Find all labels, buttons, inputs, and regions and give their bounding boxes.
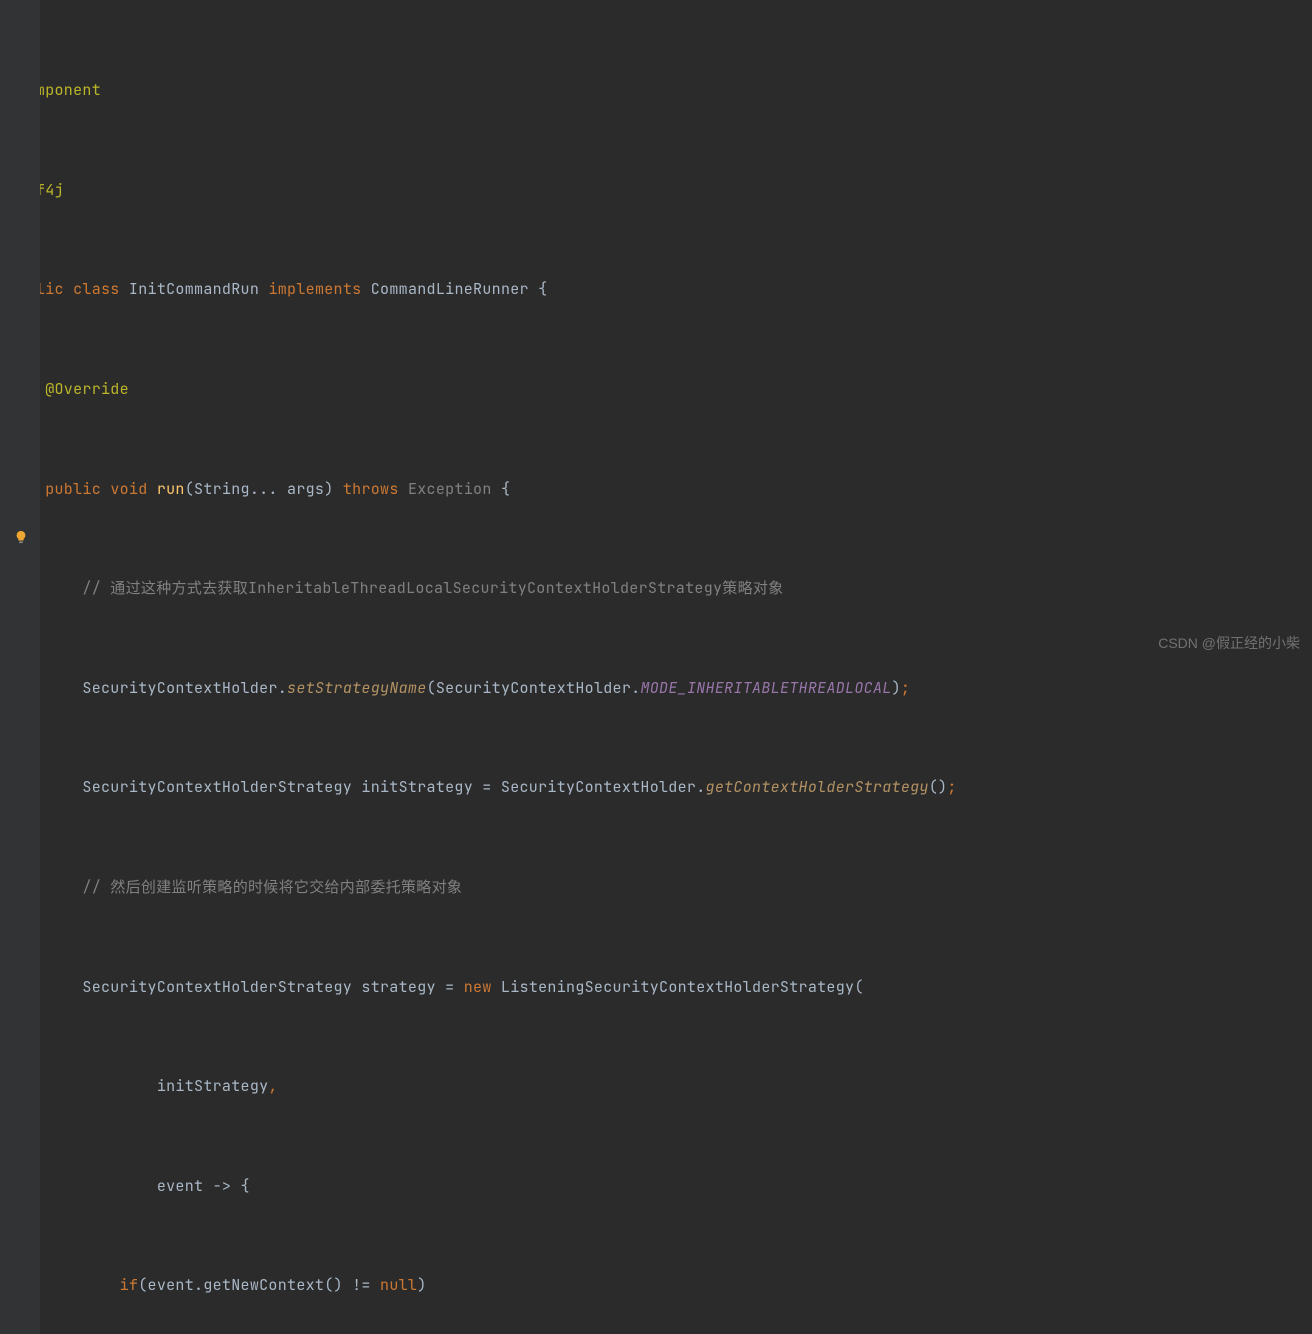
code-line: @Slf4j xyxy=(0,174,1312,208)
code-line: if(event.getNewContext() != null) xyxy=(0,1269,1312,1303)
code-line: SecurityContextHolderStrategy initStrate… xyxy=(0,771,1312,805)
code-line: event -> { xyxy=(0,1170,1312,1204)
code-editor[interactable]: @Component @Slf4j public class InitComma… xyxy=(0,0,1312,1334)
code-line: // 通过这种方式去获取InheritableThreadLocalSecuri… xyxy=(0,572,1312,606)
annotation: @Override xyxy=(45,373,129,406)
static-method: getContextHolderStrategy xyxy=(706,771,929,804)
code-line: @Component xyxy=(0,74,1312,108)
code-area[interactable]: @Component @Slf4j public class InitComma… xyxy=(0,8,1312,1334)
constant: MODE_INHERITABLETHREADLOCAL xyxy=(640,672,891,705)
code-line: SecurityContextHolderStrategy strategy =… xyxy=(0,970,1312,1004)
method-name: run xyxy=(157,473,185,506)
watermark: CSDN @假正经的小柴 xyxy=(1158,628,1300,659)
code-line: // 然后创建监听策略的时候将它交给内部委托策略对象 xyxy=(0,871,1312,905)
code-line: initStrategy, xyxy=(0,1070,1312,1104)
code-line: public void run(String... args) throws E… xyxy=(0,472,1312,506)
code-line: public class InitCommandRun implements C… xyxy=(0,273,1312,307)
code-line: SecurityContextHolder.setStrategyName(Se… xyxy=(0,672,1312,706)
comment: // 通过这种方式去获取InheritableThreadLocalSecuri… xyxy=(82,572,783,605)
intention-bulb-icon[interactable] xyxy=(14,523,28,537)
static-method: setStrategyName xyxy=(287,672,427,705)
gutter xyxy=(0,0,40,1334)
comment: // 然后创建监听策略的时候将它交给内部委托策略对象 xyxy=(82,871,462,904)
code-line: @Override xyxy=(0,373,1312,407)
